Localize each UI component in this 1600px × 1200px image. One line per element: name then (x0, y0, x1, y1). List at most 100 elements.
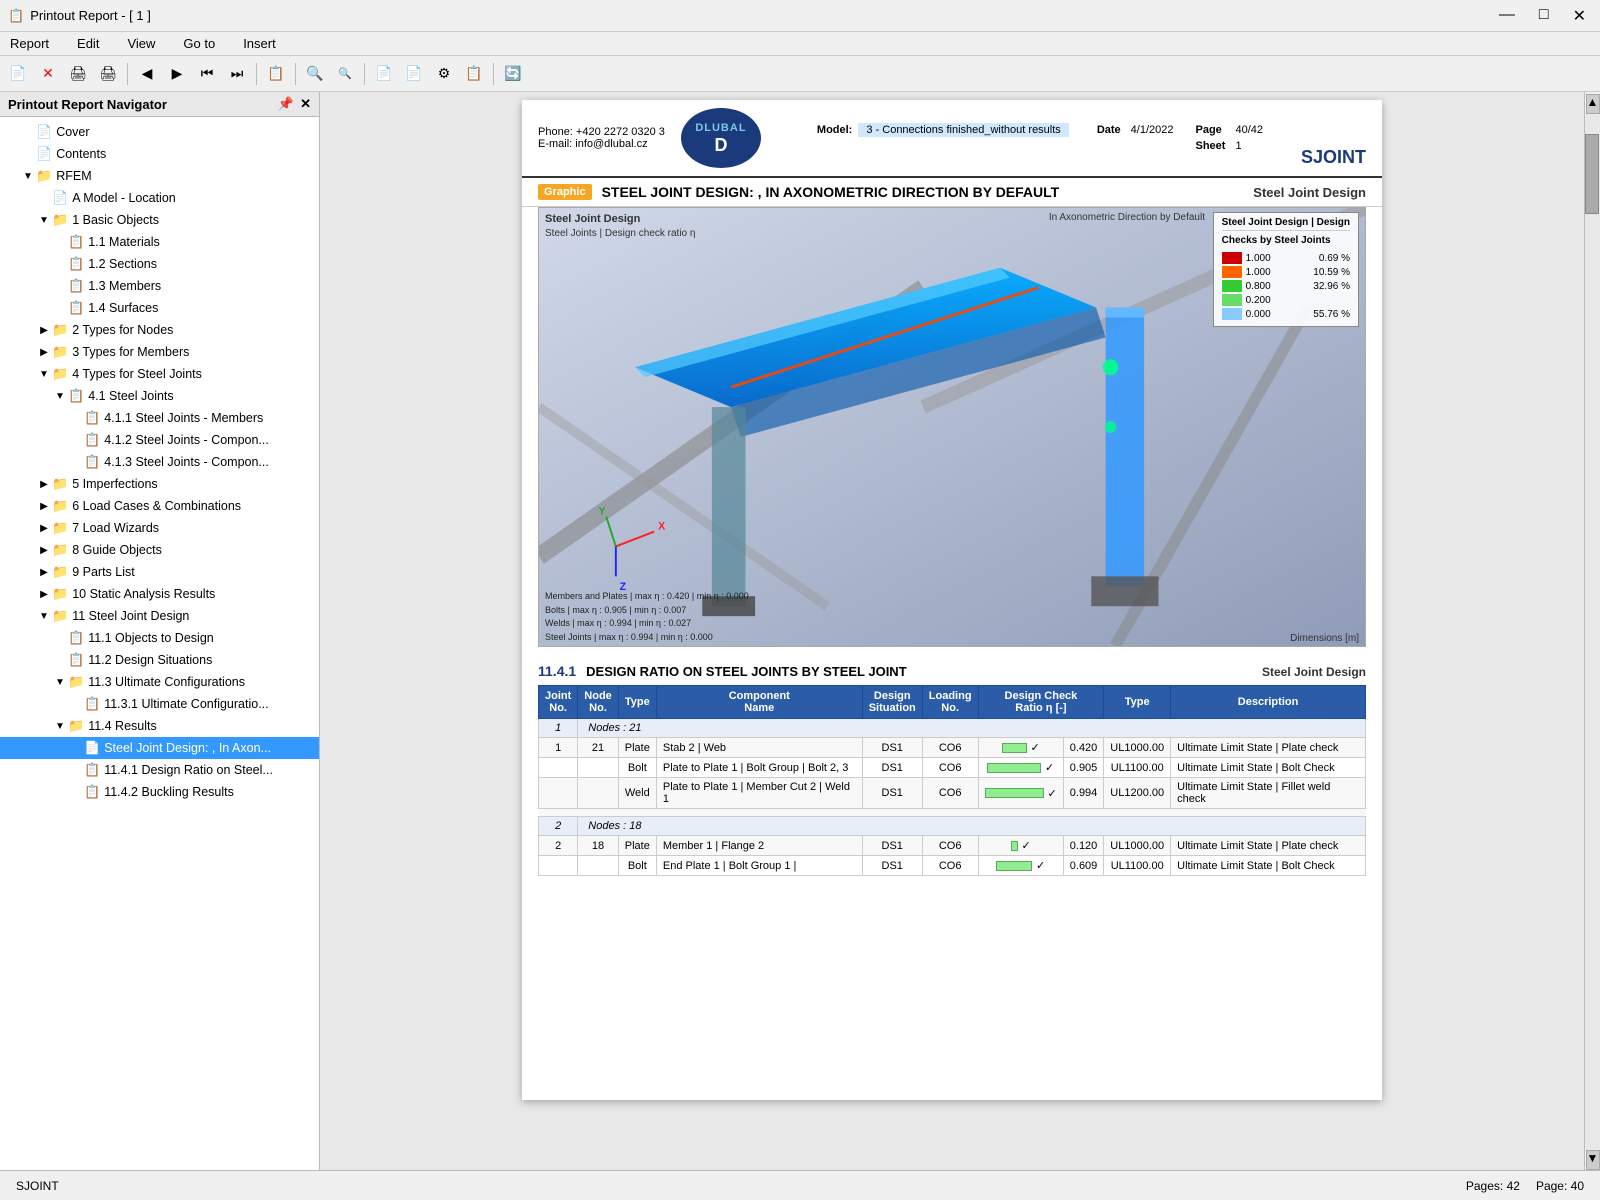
new-button[interactable]: 📄 (4, 60, 32, 88)
legend-val-5: 0.000 (1246, 309, 1271, 320)
tree-item-11-2[interactable]: 📋 11.2 Design Situations (0, 649, 319, 671)
tree-item-1-2[interactable]: 📋 1.2 Sections (0, 253, 319, 275)
delete-button[interactable]: ✕ (34, 60, 62, 88)
tree-item-2[interactable]: ▶ 📁 2 Types for Nodes (0, 319, 319, 341)
expander[interactable]: ▶ (36, 520, 52, 536)
section-tag: Graphic (538, 184, 592, 200)
expander[interactable] (52, 234, 68, 250)
multi-page-button[interactable]: 📄 (400, 60, 428, 88)
tree-item-11-4-2[interactable]: 📋 11.4.2 Buckling Results (0, 781, 319, 803)
menu-report[interactable]: Report (4, 34, 55, 53)
tree-item-10[interactable]: ▶ 📁 10 Static Analysis Results (0, 583, 319, 605)
tree-item-3[interactable]: ▶ 📁 3 Types for Members (0, 341, 319, 363)
tree-item-9[interactable]: ▶ 📁 9 Parts List (0, 561, 319, 583)
tree-item-4-1-3[interactable]: 📋 4.1.3 Steel Joints - Compon... (0, 451, 319, 473)
scroll-thumb[interactable] (1585, 134, 1599, 214)
expander[interactable]: ▶ (36, 564, 52, 580)
expander[interactable] (52, 278, 68, 294)
expander[interactable] (68, 432, 84, 448)
next-button[interactable]: ▶ (163, 60, 191, 88)
expander[interactable]: ▼ (20, 168, 36, 184)
vertical-scrollbar[interactable]: ▲ ▼ (1584, 92, 1600, 1170)
sep5 (493, 63, 494, 85)
tree-item-8[interactable]: ▶ 📁 8 Guide Objects (0, 539, 319, 561)
date-value: 4/1/2022 (1127, 123, 1178, 137)
tree-item-4-1[interactable]: ▼ 📋 4.1 Steel Joints (0, 385, 319, 407)
expander[interactable] (20, 124, 36, 140)
tree-item-contents[interactable]: 📄 Contents (0, 143, 319, 165)
folder-icon: 📁 (68, 674, 84, 690)
scroll-up-arrow[interactable]: ▲ (1586, 94, 1600, 114)
content-area[interactable]: Phone: +420 2272 0320 3 E-mail: info@dlu… (320, 92, 1584, 1170)
scroll-down-arrow[interactable]: ▼ (1586, 1150, 1600, 1170)
close-button[interactable]: ✕ (1567, 6, 1592, 26)
tree-item-11-4[interactable]: ▼ 📁 11.4 Results (0, 715, 319, 737)
menu-edit[interactable]: Edit (71, 34, 105, 53)
tree-item-5[interactable]: ▶ 📁 5 Imperfections (0, 473, 319, 495)
tree-item-4-1-2[interactable]: 📋 4.1.2 Steel Joints - Compon... (0, 429, 319, 451)
first-button[interactable]: ⏮ (193, 60, 221, 88)
scroll-track[interactable] (1585, 114, 1600, 1150)
tree-item-6[interactable]: ▶ 📁 6 Load Cases & Combinations (0, 495, 319, 517)
expander[interactable] (68, 740, 84, 756)
export-button[interactable]: 📋 (460, 60, 488, 88)
tree-item-basic[interactable]: ▼ 📁 1 Basic Objects (0, 209, 319, 231)
tree-item-1-3[interactable]: 📋 1.3 Members (0, 275, 319, 297)
menu-goto[interactable]: Go to (177, 34, 221, 53)
expander[interactable]: ▼ (52, 718, 68, 734)
last-button[interactable]: ⏭ (223, 60, 251, 88)
menu-insert[interactable]: Insert (237, 34, 282, 53)
zoom-in-button[interactable]: 🔍 (301, 60, 329, 88)
tree-item-11-3[interactable]: ▼ 📁 11.3 Ultimate Configurations (0, 671, 319, 693)
tree-label: 11 Steel Joint Design (72, 609, 189, 623)
expander[interactable] (68, 454, 84, 470)
pin-icon[interactable]: 📌 (278, 96, 294, 112)
close-nav-icon[interactable]: ✕ (300, 96, 311, 112)
print2-button[interactable]: 🖨 (94, 60, 122, 88)
tree-item-amodel[interactable]: 📄 A Model - Location (0, 187, 319, 209)
expander[interactable]: ▶ (36, 344, 52, 360)
prev-button[interactable]: ◀ (133, 60, 161, 88)
tree-item-7[interactable]: ▶ 📁 7 Load Wizards (0, 517, 319, 539)
expander[interactable] (68, 410, 84, 426)
page-view-button[interactable]: 📄 (370, 60, 398, 88)
expander[interactable]: ▼ (36, 212, 52, 228)
tree-item-11[interactable]: ▼ 📁 11 Steel Joint Design (0, 605, 319, 627)
tree-item-1-4[interactable]: 📋 1.4 Surfaces (0, 297, 319, 319)
tree-item-11-4-design[interactable]: 📄 Steel Joint Design: , In Axon... (0, 737, 319, 759)
settings-button[interactable]: ⚙ (430, 60, 458, 88)
tree-item-11-4-1[interactable]: 📋 11.4.1 Design Ratio on Steel... (0, 759, 319, 781)
tree-item-1-1[interactable]: 📋 1.1 Materials (0, 231, 319, 253)
expander[interactable] (36, 190, 52, 206)
expander[interactable]: ▼ (36, 608, 52, 624)
expander[interactable]: ▶ (36, 542, 52, 558)
tree-item-11-3-1[interactable]: 📋 11.3.1 Ultimate Configuratio... (0, 693, 319, 715)
expander[interactable] (52, 256, 68, 272)
tree-item-4-1-1[interactable]: 📋 4.1.1 Steel Joints - Members (0, 407, 319, 429)
maximize-button[interactable]: □ (1533, 6, 1555, 26)
tree-item-11-1[interactable]: 📋 11.1 Objects to Design (0, 627, 319, 649)
expander[interactable] (52, 652, 68, 668)
tree-item-4[interactable]: ▼ 📁 4 Types for Steel Joints (0, 363, 319, 385)
expander[interactable]: ▼ (36, 366, 52, 382)
menu-view[interactable]: View (121, 34, 161, 53)
expander[interactable]: ▶ (36, 498, 52, 514)
tree-item-cover[interactable]: 📄 Cover (0, 121, 319, 143)
expander[interactable] (52, 300, 68, 316)
expander[interactable] (52, 630, 68, 646)
tree-item-rfem[interactable]: ▼ 📁 RFEM (0, 165, 319, 187)
nav-button[interactable]: 📋 (262, 60, 290, 88)
zoom-out-button[interactable]: 🔍 (331, 60, 359, 88)
expander[interactable]: ▼ (52, 674, 68, 690)
expander[interactable] (20, 146, 36, 162)
expander[interactable] (68, 762, 84, 778)
expander[interactable]: ▶ (36, 586, 52, 602)
expander[interactable]: ▼ (52, 388, 68, 404)
expander[interactable]: ▶ (36, 476, 52, 492)
expander[interactable]: ▶ (36, 322, 52, 338)
expander[interactable] (68, 784, 84, 800)
expander[interactable] (68, 696, 84, 712)
refresh-button[interactable]: 🔄 (499, 60, 527, 88)
print-button[interactable]: 🖨 (64, 60, 92, 88)
minimize-button[interactable]: — (1493, 6, 1521, 26)
